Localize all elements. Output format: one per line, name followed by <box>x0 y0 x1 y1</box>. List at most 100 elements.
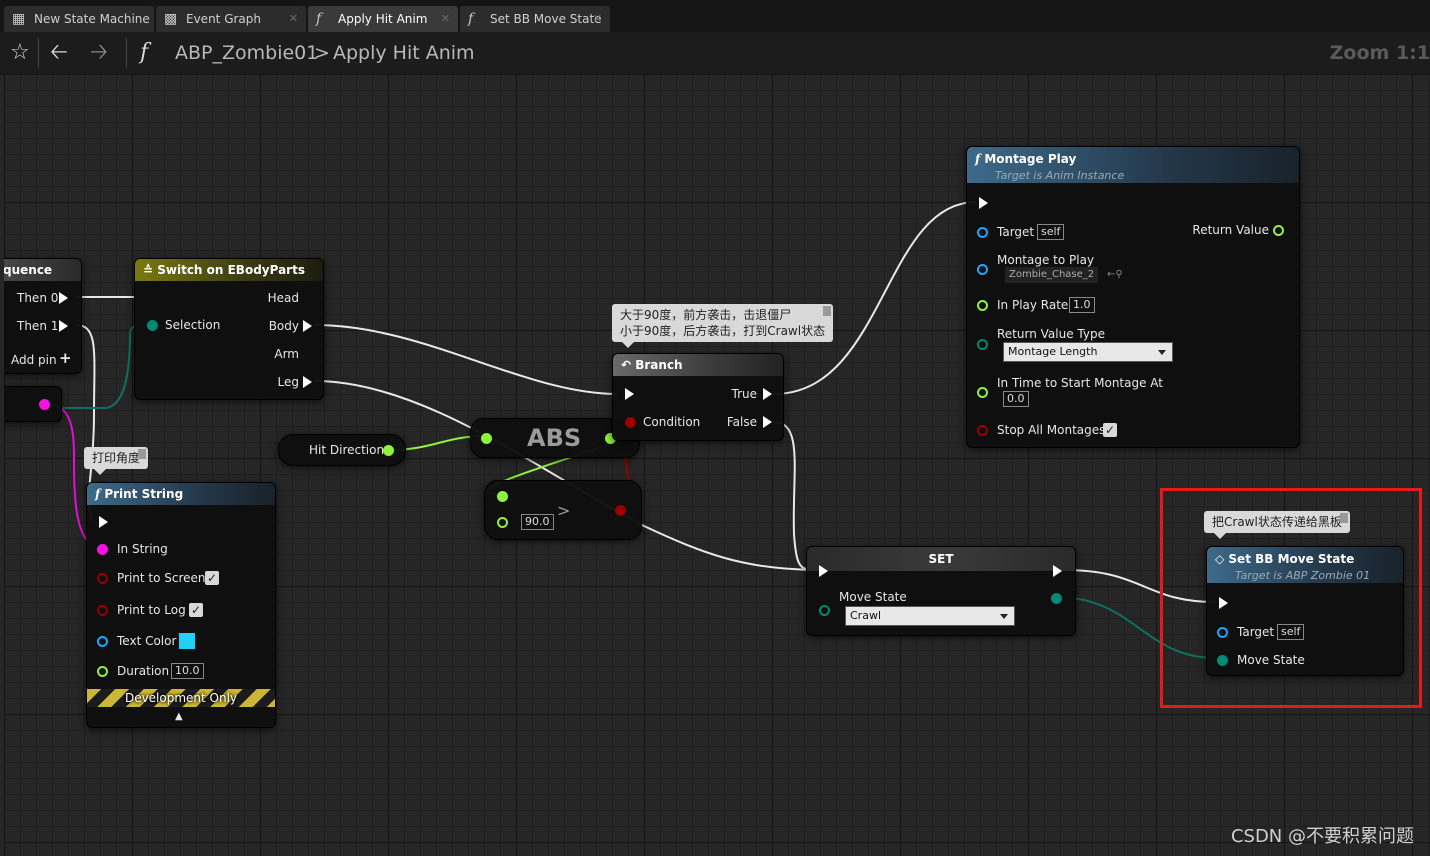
play-rate-input[interactable]: 1.0 <box>1069 297 1095 313</box>
pin-label: Return Value <box>1192 223 1269 237</box>
highlight-box <box>1160 488 1422 708</box>
function-icon: f <box>316 11 322 27</box>
move-state-output-pin[interactable] <box>1051 593 1062 604</box>
exec-wire <box>773 201 977 395</box>
pin-label: Print to Log <box>117 603 186 617</box>
duration-input[interactable]: 10.0 <box>171 663 204 679</box>
set-move-state-node[interactable]: SET Move State Crawl <box>806 546 1076 636</box>
stop-all-montages-pin[interactable] <box>977 425 988 436</box>
collapse-arrow-icon[interactable]: ▲ <box>175 709 183 725</box>
switch-on-ebodyparts-node[interactable]: ≙ Switch on EBodyParts Selection Head Bo… <box>134 258 324 400</box>
return-value-pin[interactable] <box>1273 225 1284 236</box>
state-machine-icon: ▦ <box>12 11 26 27</box>
in-string-pin[interactable] <box>97 544 108 555</box>
target-pin[interactable] <box>977 227 988 238</box>
play-rate-pin[interactable] <box>977 300 988 311</box>
exec-pin-then-0[interactable] <box>59 292 68 304</box>
float-input-pin-a[interactable] <box>497 491 508 502</box>
return-value-type-dropdown[interactable]: Montage Length <box>1003 342 1173 362</box>
montage-play-node[interactable]: f Montage Play Target is Anim Instance T… <box>966 146 1300 448</box>
exec-output-pin[interactable] <box>1053 565 1062 577</box>
pin-comment-icon[interactable] <box>138 449 147 459</box>
duration-pin[interactable] <box>97 666 108 677</box>
plus-icon[interactable]: + <box>59 350 72 366</box>
exec-pin-true[interactable] <box>763 388 772 400</box>
exec-input-pin[interactable] <box>819 565 828 577</box>
exec-input-pin[interactable] <box>625 388 634 400</box>
print-to-log-pin[interactable] <box>97 605 108 616</box>
exec-pin-arm[interactable] <box>303 348 312 360</box>
back-arrow-icon[interactable]: 🡠 <box>50 38 68 68</box>
text-color-pin[interactable] <box>97 636 108 647</box>
pin-label: Duration <box>117 664 170 678</box>
bool-output-pin[interactable] <box>615 505 626 516</box>
exec-input-pin[interactable] <box>99 516 108 528</box>
node-header: f Print String <box>87 483 275 505</box>
pin-label: Montage to Play <box>997 253 1095 267</box>
float-input-pin-b[interactable] <box>497 517 508 528</box>
comment-bubble[interactable]: 大于90度，前方袭击，击退僵尸 小于90度，后方袭击，打到Crawl状态 <box>612 304 834 348</box>
greater-than-node[interactable]: 90.0 > <box>484 480 642 540</box>
pin-label: False <box>726 415 757 429</box>
variable-label: Hit Direction <box>309 443 385 457</box>
montage-asset-picker[interactable]: Zombie_Chase_2 <box>1005 267 1099 283</box>
exec-input-pin[interactable] <box>979 197 988 209</box>
comment-text: 打印角度 <box>92 451 141 465</box>
branch-node[interactable]: ↶ Branch True Condition False <box>612 353 784 441</box>
node-header: f Montage Play Target is Anim Instance <box>967 147 1299 183</box>
tab-set-bb-move-state[interactable]: f Set BB Move State ✕ <box>460 6 610 32</box>
pin-comment-icon[interactable] <box>823 306 832 316</box>
close-icon[interactable]: ✕ <box>289 6 298 32</box>
move-state-dropdown[interactable]: Crawl <box>845 606 1015 626</box>
pin-label: True <box>731 387 758 401</box>
compare-value-input[interactable]: 90.0 <box>521 514 554 530</box>
tab-event-graph[interactable]: ▩ Event Graph ✕ <box>156 6 306 32</box>
divider <box>38 38 39 68</box>
text-color-swatch[interactable] <box>179 633 195 649</box>
watermark: CSDN @不要积累问题 <box>1230 826 1414 847</box>
sequence-node[interactable]: quence Then 0 Then 1 Add pin + <box>4 258 82 374</box>
print-to-log-checkbox[interactable]: ✓ <box>189 603 203 617</box>
print-to-screen-checkbox[interactable]: ✓ <box>205 571 219 585</box>
condition-pin[interactable] <box>625 417 636 428</box>
float-input-pin[interactable] <box>481 433 492 444</box>
move-state-input-pin[interactable] <box>819 605 830 616</box>
tab-new-state-machine[interactable]: ▦ New State Machine <box>4 6 154 32</box>
return-value-type-pin[interactable] <box>977 339 988 350</box>
breadcrumb-blueprint[interactable]: ABP_Zombie01 <box>175 40 318 66</box>
favorite-star-icon[interactable]: ☆ <box>10 38 30 68</box>
exec-pin-head[interactable] <box>303 292 312 304</box>
exec-wire <box>314 324 619 395</box>
browse-icon[interactable]: ←⚲ <box>1107 267 1123 283</box>
close-icon[interactable]: ✕ <box>441 6 450 32</box>
target-self-value[interactable]: self <box>1037 224 1065 240</box>
exec-pin-leg[interactable] <box>303 376 312 388</box>
pin-label: Return Value Type <box>997 327 1105 341</box>
close-icon[interactable]: ✕ <box>593 6 602 32</box>
exec-pin-body[interactable] <box>303 320 312 332</box>
time-to-start-input[interactable]: 0.0 <box>1003 391 1029 407</box>
add-pin-label[interactable]: Add pin <box>11 352 57 368</box>
selection-pin[interactable] <box>147 320 158 331</box>
print-string-node[interactable]: f Print String In String Print to Screen… <box>86 482 276 728</box>
hit-direction-variable[interactable]: Hit Direction <box>278 434 406 466</box>
node-title: Switch on EBodyParts <box>157 263 305 277</box>
exec-output-pin[interactable] <box>1277 197 1286 209</box>
print-to-screen-pin[interactable] <box>97 573 108 584</box>
exec-pin-then-1[interactable] <box>59 320 68 332</box>
exec-output-pin[interactable] <box>255 516 264 528</box>
string-output-pin[interactable] <box>39 399 50 410</box>
variable-node-stub[interactable] <box>4 386 62 422</box>
float-output-pin[interactable] <box>383 445 394 456</box>
forward-arrow-icon[interactable]: 🡢 <box>90 38 108 68</box>
function-icon: f <box>468 11 474 27</box>
comment-bubble[interactable]: 打印角度 <box>84 447 149 475</box>
breadcrumb-function[interactable]: Apply Hit Anim <box>333 40 475 66</box>
tab-apply-hit-anim[interactable]: f Apply Hit Anim ✕ <box>308 6 458 32</box>
exec-input-pin[interactable] <box>147 292 156 304</box>
stop-all-montages-checkbox[interactable]: ✓ <box>1103 423 1117 437</box>
blueprint-graph-canvas[interactable]: quence Then 0 Then 1 Add pin + ≙ Switch … <box>4 74 1430 856</box>
montage-to-play-pin[interactable] <box>977 264 988 275</box>
time-to-start-pin[interactable] <box>977 387 988 398</box>
exec-pin-false[interactable] <box>763 416 772 428</box>
